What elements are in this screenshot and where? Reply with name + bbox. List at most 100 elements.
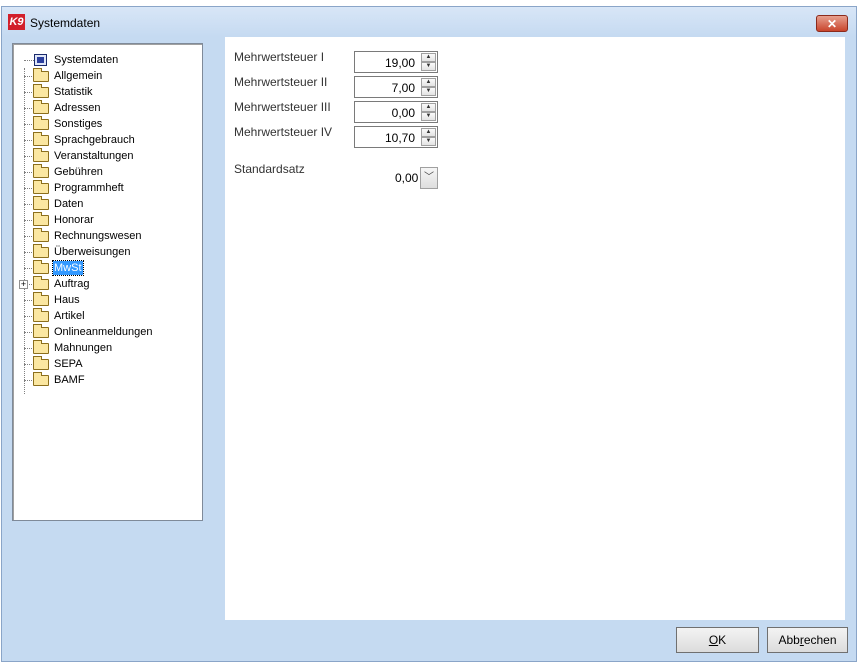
spin-down-icon[interactable]: ▼ — [421, 62, 436, 71]
folder-icon — [33, 372, 49, 386]
folder-icon — [33, 196, 49, 210]
tree-item-label: Statistik — [54, 86, 93, 98]
tree-item-artikel[interactable]: Artikel — [13, 308, 202, 324]
tree-item-label: Allgemein — [54, 70, 103, 82]
tree-root[interactable]: Systemdaten — [13, 52, 202, 68]
spin-up-icon[interactable]: ▲ — [421, 103, 436, 112]
tree-item-label: MwSt — [52, 260, 84, 276]
cancel-button[interactable]: Abbrechen — [767, 627, 848, 653]
folder-icon — [33, 164, 49, 178]
tree-item-label: BAMF — [54, 374, 85, 386]
folder-icon — [33, 212, 49, 226]
mwst-value: 19,00 — [384, 56, 415, 70]
tree-item-bamf[interactable]: BAMF — [13, 372, 202, 388]
mwst-panel: Mehrwertsteuer I 19,00 ▲ ▼ Mehrwertsteuer II… — [225, 37, 845, 620]
standardsatz-value[interactable]: 0,00 — [395, 171, 418, 185]
mwst-input-4[interactable]: 10,70 ▲ ▼ — [354, 126, 438, 148]
tree-item-label: Artikel — [54, 310, 85, 322]
standardsatz-label: Standardsatz — [234, 162, 305, 176]
spin-down-icon[interactable]: ▼ — [421, 87, 436, 96]
tree-item-label: Gebühren — [54, 166, 103, 178]
tree-item-label: Mahnungen — [54, 342, 113, 354]
mwst-value: 0,00 — [391, 106, 415, 120]
tree-item-label: Onlineanmeldungen — [54, 326, 153, 338]
folder-icon — [33, 308, 49, 322]
window-title: Systemdaten — [30, 16, 101, 30]
mwst-label-1: Mehrwertsteuer I — [234, 50, 325, 64]
folder-icon — [33, 132, 49, 146]
tree-item-label: Daten — [54, 198, 84, 210]
mwst-label-4: Mehrwertsteuer IV — [234, 125, 333, 139]
folder-icon — [33, 324, 49, 338]
folder-icon — [33, 356, 49, 370]
title-bar: K9 Systemdaten ✕ — [2, 7, 856, 37]
app-logo-icon: K9 — [8, 14, 25, 30]
tree-item-label: Rechnungswesen — [54, 230, 142, 242]
chevron-down-icon: ﹀ — [424, 172, 434, 183]
mwst-input-1[interactable]: 19,00 ▲ ▼ — [354, 51, 438, 73]
folder-icon — [33, 84, 49, 98]
tree-item-statistik[interactable]: Statistik — [13, 84, 202, 100]
tree-item-label: Überweisungen — [54, 246, 131, 258]
cancel-label-post: echen — [803, 633, 837, 647]
expand-icon[interactable]: + — [19, 280, 28, 289]
tree-item-überweisungen[interactable]: Überweisungen — [13, 244, 202, 260]
spin-down-icon[interactable]: ▼ — [421, 137, 436, 146]
standardsatz-dropdown-button[interactable]: ﹀ — [420, 167, 438, 189]
tree-item-label: Sonstiges — [54, 118, 103, 130]
tree-item-label: Adressen — [54, 102, 101, 114]
ok-mnemonic: O — [708, 633, 719, 647]
folder-icon — [33, 340, 49, 354]
tree-item-sprachgebrauch[interactable]: Sprachgebrauch — [13, 132, 202, 148]
tree-item-label: Sprachgebrauch — [54, 134, 135, 146]
folder-icon — [33, 68, 49, 82]
tree-item-honorar[interactable]: Honorar — [13, 212, 202, 228]
tree-item-auftrag[interactable]: + Auftrag — [13, 276, 202, 292]
folder-icon — [33, 260, 49, 274]
mwst-label-3: Mehrwertsteuer III — [234, 100, 331, 114]
navigation-tree[interactable]: Systemdaten Allgemein Statistik Adressen So… — [12, 43, 203, 521]
tree-item-label: Auftrag — [54, 278, 90, 290]
tree-item-onlineanmeldungen[interactable]: Onlineanmeldungen — [13, 324, 202, 340]
tree-item-label: Honorar — [54, 214, 94, 226]
close-button[interactable]: ✕ — [816, 15, 848, 32]
tree-item-adressen[interactable]: Adressen — [13, 100, 202, 116]
mwst-input-3[interactable]: 0,00 ▲ ▼ — [354, 101, 438, 123]
tree-item-veranstaltungen[interactable]: Veranstaltungen — [13, 148, 202, 164]
system-data-icon — [34, 54, 47, 66]
tree-item-sonstiges[interactable]: Sonstiges — [13, 116, 202, 132]
tree-item-rechnungswesen[interactable]: Rechnungswesen — [13, 228, 202, 244]
spin-down-icon[interactable]: ▼ — [421, 112, 436, 121]
tree-item-mwst[interactable]: MwSt — [13, 260, 202, 276]
tree-item-gebühren[interactable]: Gebühren — [13, 164, 202, 180]
spin-up-icon[interactable]: ▲ — [421, 78, 436, 87]
mwst-label-2: Mehrwertsteuer II — [234, 75, 328, 89]
folder-icon — [33, 228, 49, 242]
tree-item-daten[interactable]: Daten — [13, 196, 202, 212]
folder-icon — [33, 292, 49, 306]
tree-item-sepa[interactable]: SEPA — [13, 356, 202, 372]
tree-root-label: Systemdaten — [54, 54, 119, 66]
mwst-value: 10,70 — [384, 131, 415, 145]
tree-item-haus[interactable]: Haus — [13, 292, 202, 308]
mwst-value: 7,00 — [391, 81, 415, 95]
folder-icon — [33, 244, 49, 258]
close-icon: ✕ — [826, 17, 838, 31]
tree-item-label: Veranstaltungen — [54, 150, 134, 162]
ok-label-rest: K — [718, 633, 727, 647]
dialog-window: K9 Systemdaten ✕ Systemdaten Allgemein St… — [1, 6, 857, 662]
folder-icon — [33, 100, 49, 114]
tree-item-label: SEPA — [54, 358, 83, 370]
mwst-input-2[interactable]: 7,00 ▲ ▼ — [354, 76, 438, 98]
cancel-label-pre: Abb — [778, 633, 800, 647]
spin-up-icon[interactable]: ▲ — [421, 128, 436, 137]
tree-item-label: Programmheft — [54, 182, 124, 194]
spin-up-icon[interactable]: ▲ — [421, 53, 436, 62]
folder-icon — [33, 180, 49, 194]
folder-icon — [33, 148, 49, 162]
tree-item-allgemein[interactable]: Allgemein — [13, 68, 202, 84]
tree-item-label: Haus — [54, 294, 80, 306]
ok-button[interactable]: OK — [676, 627, 759, 653]
tree-item-mahnungen[interactable]: Mahnungen — [13, 340, 202, 356]
tree-item-programmheft[interactable]: Programmheft — [13, 180, 202, 196]
